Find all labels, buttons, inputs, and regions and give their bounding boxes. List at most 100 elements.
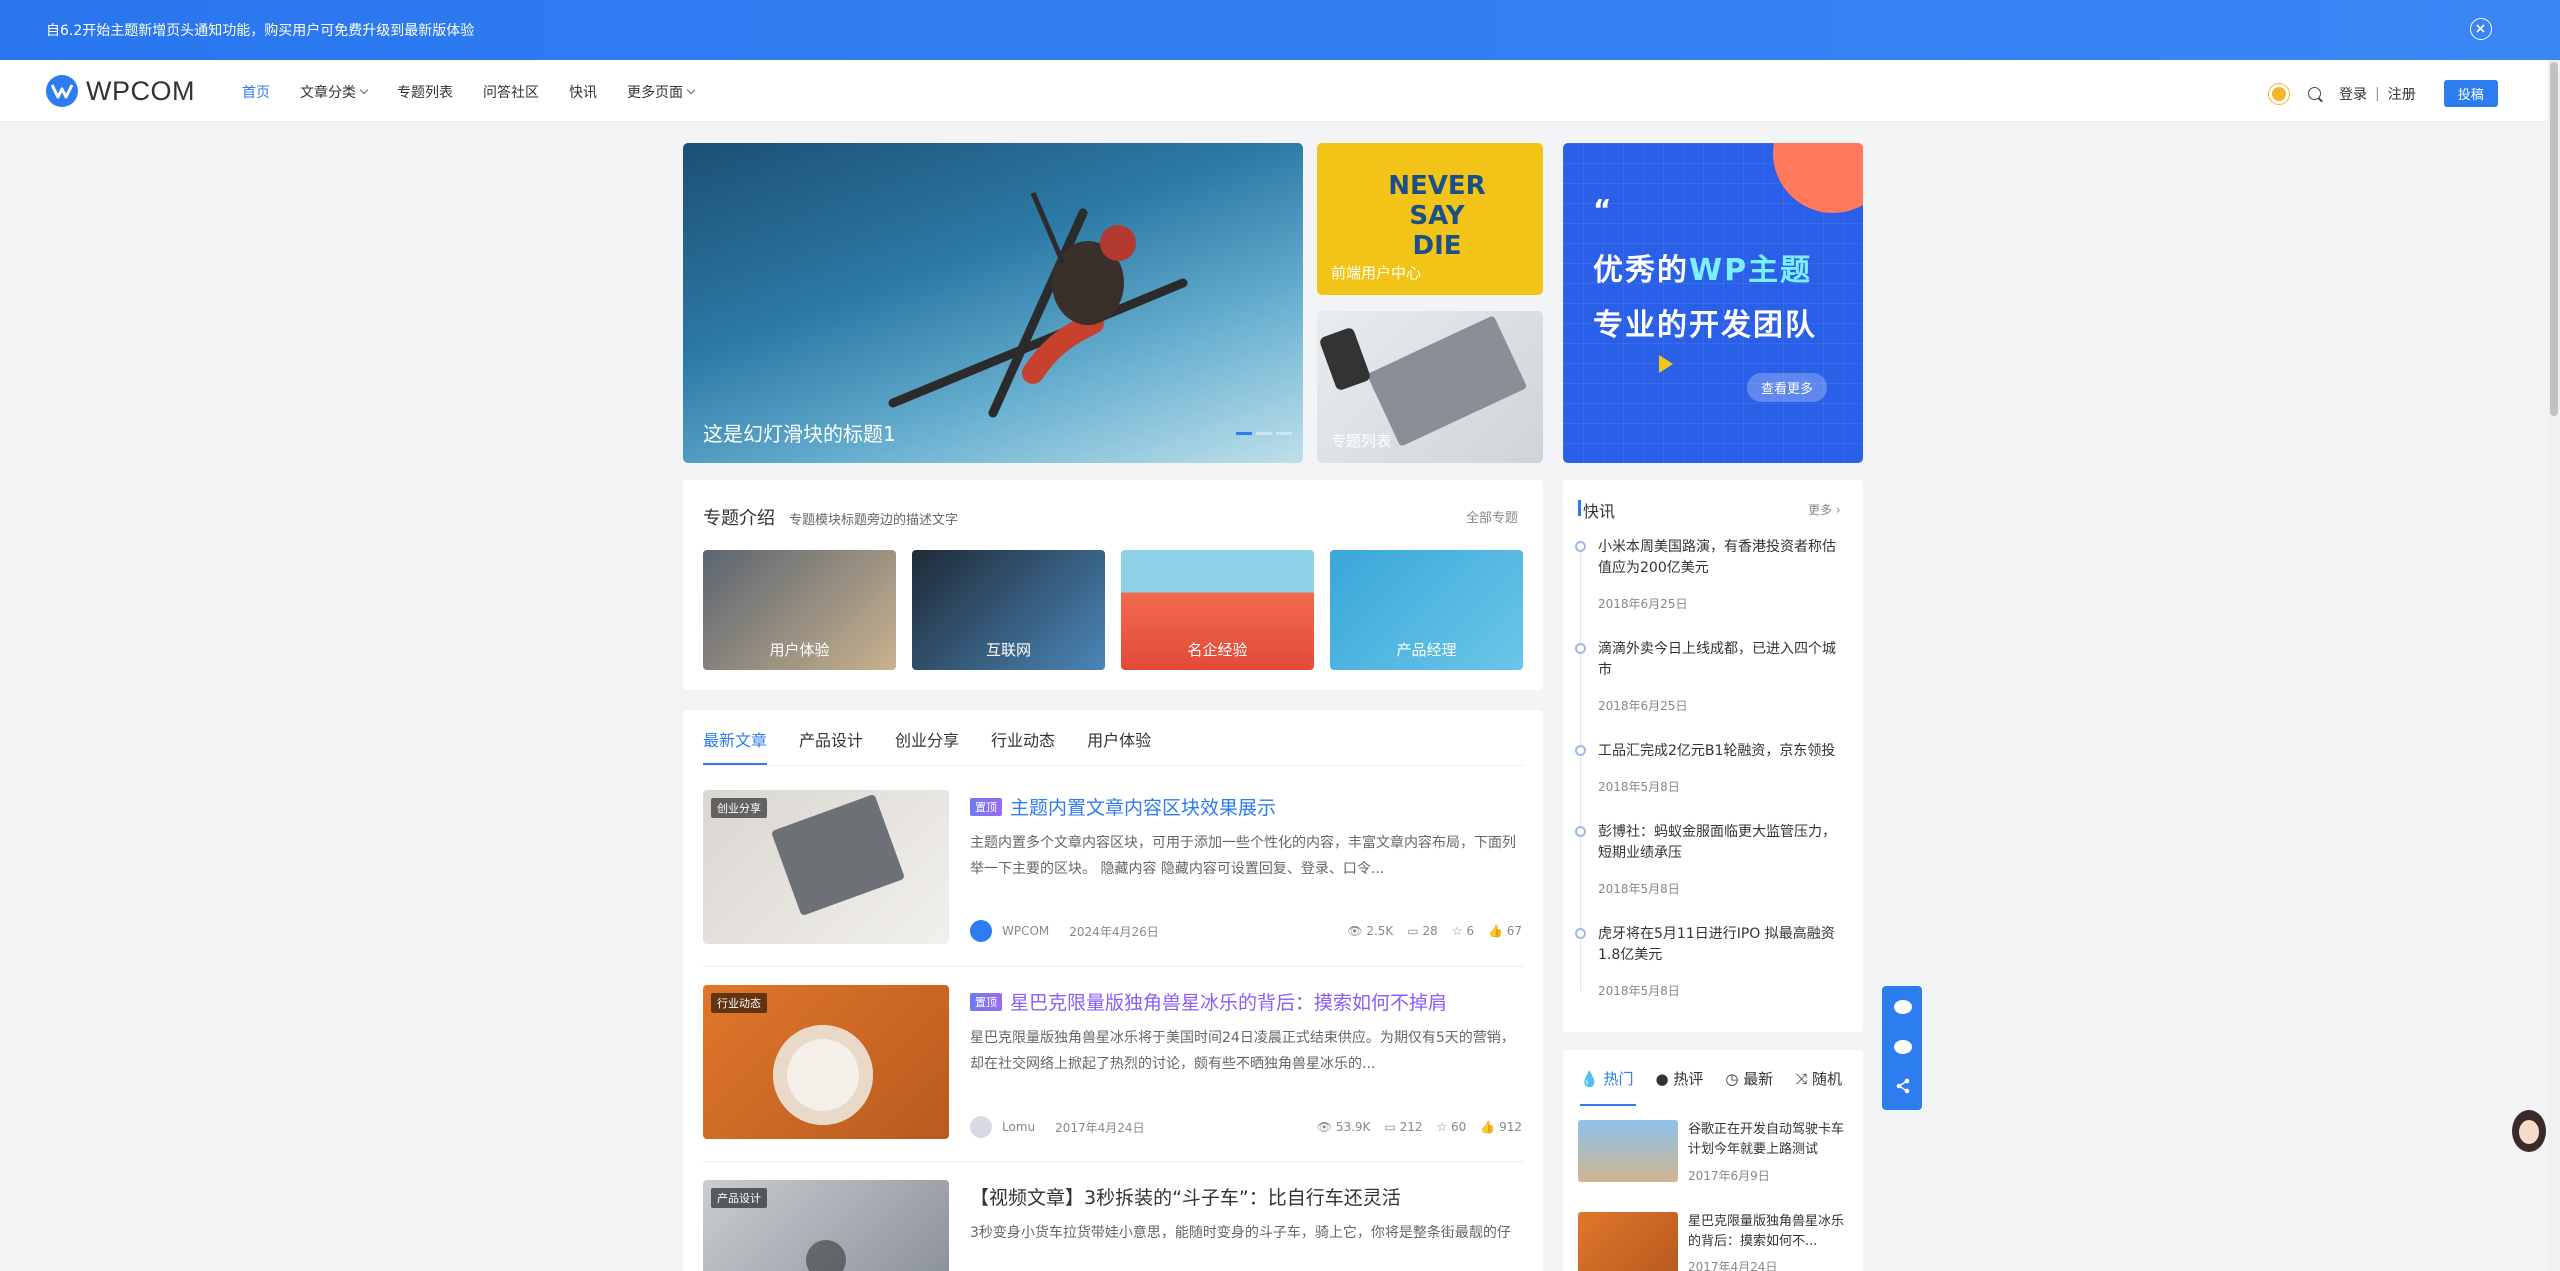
chevron-down-icon: [686, 85, 696, 95]
article-thumb[interactable]: 行业动态: [703, 985, 949, 1139]
article-excerpt: 3秒变身小货车拉货带娃小意思，能随时变身的斗子车，骑上它，你将是整条街最靓的仔: [970, 1225, 1511, 1241]
assistant-avatar[interactable]: [2512, 1110, 2546, 1152]
article-meta: Lomu 2017年4月24日 👁 53.9K ▭ 212 ☆ 60 👍 912: [970, 1116, 1522, 1138]
timeline-line: [1580, 546, 1581, 991]
sun-icon[interactable]: [2272, 86, 2286, 101]
topic-pm[interactable]: 产品经理: [1330, 550, 1523, 670]
article-excerpt: 主题内置多个文章内容区块，可用于添加一些个性化的内容，丰富文章内容布局，下面列举…: [970, 835, 1516, 877]
login-link[interactable]: 登录: [2339, 84, 2367, 104]
site-logo[interactable]: WPCOM: [46, 75, 195, 107]
tab-ux[interactable]: 用户体验: [1087, 727, 1151, 751]
tabs-divider: [703, 765, 1523, 766]
promo-banner[interactable]: “ 优秀的WP主题 专业的开发团队 查看更多: [1563, 143, 1863, 463]
logo-icon: [46, 75, 78, 107]
chat-icon[interactable]: [1894, 1000, 1912, 1014]
slide-dot[interactable]: [1276, 432, 1292, 435]
flash-more-link[interactable]: 更多 ›: [1808, 501, 1841, 518]
tab-industry[interactable]: 行业动态: [991, 727, 1055, 751]
tab-newest[interactable]: ◷ 最新: [1725, 1068, 1773, 1089]
nav-item-flash[interactable]: 快讯: [569, 82, 597, 102]
timeline-dot: [1575, 541, 1586, 552]
article-date: 2017年4月24日: [1055, 1120, 1145, 1135]
scrollbar-thumb[interactable]: [2550, 62, 2558, 416]
play-icon[interactable]: [806, 1240, 846, 1271]
nav-item-more-pages[interactable]: 更多页面: [627, 82, 696, 102]
stars-count: ☆ 6: [1451, 924, 1474, 938]
avatar[interactable]: [970, 1116, 992, 1138]
timeline-dot: [1575, 745, 1586, 756]
flash-item-title[interactable]: 虎牙将在5月11日进行IPO 拟最高融资1.8亿美元: [1598, 924, 1848, 966]
author-name[interactable]: Lomu: [1002, 1120, 1035, 1134]
slide-dots: [1236, 432, 1296, 435]
close-icon[interactable]: [2470, 18, 2492, 40]
article-thumb[interactable]: 产品设计: [703, 1180, 949, 1271]
timeline-dot: [1575, 928, 1586, 939]
flash-item-title[interactable]: 工品汇完成2亿元B1轮融资，京东领投: [1598, 741, 1848, 762]
nav-item-qa[interactable]: 问答社区: [483, 82, 539, 102]
flash-item-date: 2018年5月8日: [1598, 780, 1680, 794]
section-desc: 专题模块标题旁边的描述文字: [789, 513, 959, 528]
nav-item-topics[interactable]: 专题列表: [397, 82, 453, 102]
header-actions: 登录 | 注册 投稿: [2272, 80, 2498, 107]
tab-random[interactable]: ⤨ 随机: [1795, 1068, 1842, 1089]
avatar[interactable]: [970, 920, 992, 942]
author-name[interactable]: WPCOM: [1002, 924, 1049, 938]
tab-startup[interactable]: 创业分享: [895, 727, 959, 751]
hero-slide[interactable]: 这是幻灯滑块的标题1: [683, 143, 1303, 463]
slide-dot[interactable]: [1256, 432, 1272, 435]
flash-item-title[interactable]: 彭博社：蚂蚁金服面临更大监管压力，短期业绩承压: [1598, 822, 1848, 864]
post-button[interactable]: 投稿: [2443, 80, 2498, 107]
article-title[interactable]: 置顶 星巴克限量版独角兽星冰乐的背后：摸索如何不掉肩: [970, 988, 1447, 1015]
comments-count: ▭ 28: [1407, 924, 1438, 938]
article-thumb[interactable]: 创业分享: [703, 790, 949, 944]
tab-product-design[interactable]: 产品设计: [799, 727, 863, 751]
coffee-cup-image: [773, 1025, 873, 1125]
tab-latest[interactable]: 最新文章: [703, 727, 767, 751]
banner-line-2: 专业的开发团队: [1593, 308, 1817, 343]
category-badge[interactable]: 创业分享: [711, 798, 767, 818]
wechat-icon[interactable]: [1894, 1040, 1912, 1054]
likes-count: 👍 912: [1480, 1120, 1522, 1134]
category-badge[interactable]: 产品设计: [711, 1188, 767, 1208]
slide-dot[interactable]: [1236, 432, 1252, 435]
article-date: 2024年4月26日: [1069, 924, 1159, 939]
slide-title: 这是幻灯滑块的标题1: [703, 422, 896, 446]
nav-item-home[interactable]: 首页: [242, 82, 270, 102]
share-icon[interactable]: [1895, 1078, 1911, 1098]
laptop-image: [770, 793, 906, 917]
sticky-badge: 置顶: [970, 797, 1002, 816]
tab-hot-comments[interactable]: ● 热评: [1655, 1068, 1703, 1089]
tab-hot[interactable]: 💧 热门: [1580, 1068, 1633, 1089]
view-more-button[interactable]: 查看更多: [1747, 373, 1828, 402]
topic-enterprise[interactable]: 名企经验: [1121, 550, 1314, 670]
hot-post-title[interactable]: 谷歌正在开发自动驾驶卡车 计划今年就要上路测试: [1688, 1120, 1856, 1160]
article-excerpt: 星巴克限量版独角兽星冰乐将于美国时间24日凌晨正式结束供应。为期仅有5天的营销，…: [970, 1030, 1515, 1072]
site-header: WPCOM 首页 文章分类 专题列表 问答社区 快讯 更多页面 登录 | 注册 …: [0, 60, 2548, 122]
section-title: 专题介绍: [703, 508, 775, 529]
hero-mini-topic-list[interactable]: 专题列表: [1317, 311, 1543, 463]
nav-item-categories[interactable]: 文章分类: [300, 82, 369, 102]
skier-image: [888, 192, 1188, 418]
all-topics-link[interactable]: 全部专题: [1466, 507, 1518, 526]
category-badge[interactable]: 行业动态: [711, 993, 767, 1013]
flash-item-title[interactable]: 小米本周美国路演，有香港投资者称估值应为200亿美元: [1598, 537, 1848, 579]
tab-underline: [703, 763, 767, 765]
article-title[interactable]: 置顶 主题内置文章内容区块效果展示: [970, 793, 1276, 820]
title-accent: [1578, 500, 1581, 516]
search-icon[interactable]: [2308, 87, 2321, 100]
hero-mini-user-center[interactable]: NEVER SAY DIE 前端用户中心: [1317, 143, 1543, 295]
article-divider: [703, 966, 1523, 967]
topic-internet[interactable]: 互联网: [912, 550, 1105, 670]
flash-item-title[interactable]: 滴滴外卖今日上线成都，已进入四个城市: [1598, 639, 1848, 681]
hot-post-title[interactable]: 星巴克限量版独角兽星冰乐的背后：摸索如何不...: [1688, 1212, 1856, 1252]
register-link[interactable]: 注册: [2388, 84, 2416, 104]
flash-item-date: 2018年6月25日: [1598, 699, 1688, 713]
hot-post-thumb[interactable]: [1578, 1212, 1678, 1271]
never-say-die-art: NEVER SAY DIE: [1388, 171, 1486, 261]
flash-title: 快讯: [1583, 502, 1616, 521]
article-tabs: 最新文章 产品设计 创业分享 行业动态 用户体验: [703, 727, 1183, 751]
flash-item-date: 2018年6月25日: [1598, 597, 1688, 611]
article-title[interactable]: 【视频文章】3秒拆装的“斗子车”：比自行车还灵活: [970, 1183, 1401, 1210]
topic-ux[interactable]: 用户体验: [703, 550, 896, 670]
hot-post-thumb[interactable]: [1578, 1120, 1678, 1182]
